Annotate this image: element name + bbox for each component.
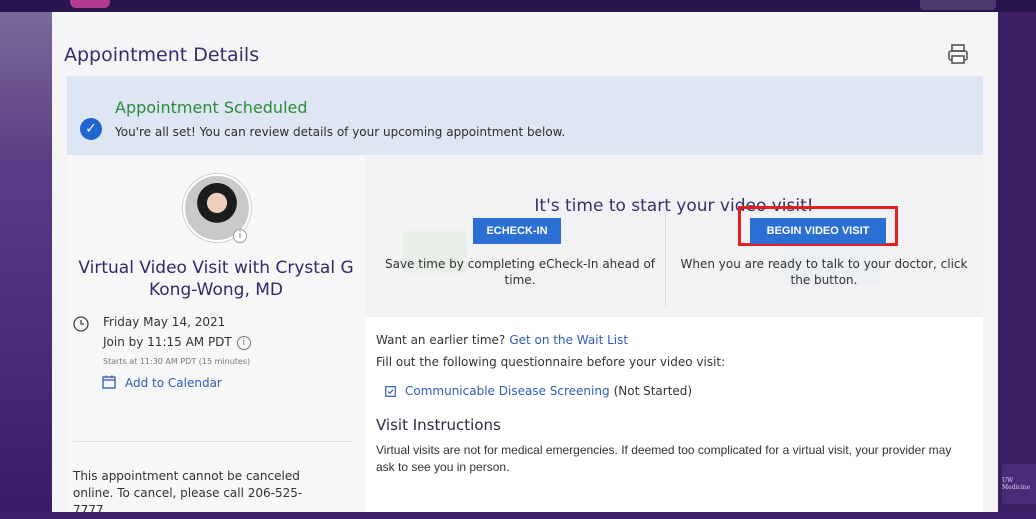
visit-title: Virtual Video Visit with Crystal G Kong-… [78,258,354,300]
cancel-note: This appointment cannot be canceled onli… [73,469,303,517]
status-banner: ✓ Appointment Scheduled You're all set! … [67,76,983,157]
info-icon[interactable]: i [236,335,251,350]
echeck-in-button[interactable]: ECHECK-IN [473,218,561,244]
banner-subtitle: You're all set! You can review details o… [115,125,566,139]
questionnaire-status: (Not Started) [613,384,693,398]
banner-title: Appointment Scheduled [115,98,308,117]
check-icon: ✓ [80,118,102,140]
start-time: Starts at 11:30 AM PDT (15 minutes) [103,357,251,366]
join-by-line: Join by 11:15 AM PDT i [103,335,251,350]
calendar-icon[interactable] [102,375,116,389]
add-to-calendar-link[interactable]: Add to Calendar [125,376,222,390]
join-by-text: Join by 11:15 AM PDT [103,335,232,349]
wait-list-link[interactable]: Get on the Wait List [509,333,628,347]
appointment-summary-card: i Virtual Video Visit with Crystal G Kon… [67,155,366,517]
echeck-in-description: Save time by completing eCheck-In ahead … [384,257,656,287]
questionnaire-link[interactable]: Communicable Disease Screening [405,384,610,398]
info-icon[interactable]: i [233,229,247,243]
background-left [0,12,52,512]
visit-instructions-text: Virtual visits are not for medical emerg… [376,443,952,474]
top-nav-bar [0,0,1036,12]
video-visit-header: It's time to start your video visit! ECH… [365,155,983,317]
waitlist-line: Want an earlier time? Get on the Wait Lis… [376,333,628,347]
top-menu-button[interactable] [920,0,996,10]
page-title: Appointment Details [64,44,260,66]
video-visit-card: It's time to start your video visit! ECH… [365,155,983,512]
appointment-panel: Appointment Details ✓ Appointment Schedu… [52,12,998,517]
appointment-date: Friday May 14, 2021 [103,315,226,329]
begin-video-visit-button[interactable]: BEGIN VIDEO VISIT [750,218,886,244]
visit-instructions-title: Visit Instructions [376,416,501,434]
print-icon[interactable] [946,42,970,66]
clock-icon [73,316,89,332]
questionnaire-item: Communicable Disease Screening (Not Start… [405,384,692,398]
background-right [998,12,1036,512]
app-logo[interactable] [70,0,110,8]
divider [73,441,353,442]
waitlist-prompt: Want an earlier time? [376,333,506,347]
checklist-icon [385,386,396,397]
uw-medicine-logo: UW Medicine [1002,464,1036,504]
begin-video-visit-description: When you are ready to talk to your docto… [680,257,968,287]
questionnaire-prompt: Fill out the following questionnaire bef… [376,355,726,369]
divider [665,215,666,307]
